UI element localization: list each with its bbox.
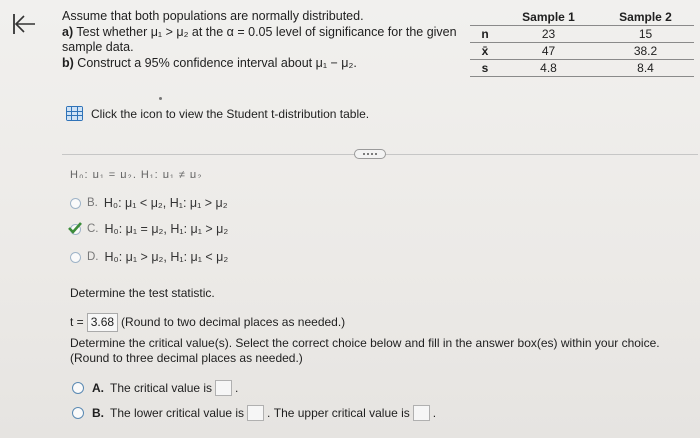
checkmark-icon — [68, 221, 82, 234]
option-text: H₀: μ₁ > μ₂, H₁: μ₁ < μ₂ — [104, 250, 229, 264]
table-row: n 23 15 — [470, 25, 694, 43]
table-cell: 47 — [500, 42, 597, 60]
truncated-option: H₀: μ₁ = μ₂, H₁: μ₁ ≠ μ₂ — [70, 169, 203, 178]
t-prefix: t = — [70, 315, 84, 329]
t-answer-field[interactable]: 3.68 — [86, 313, 119, 332]
table-grid-icon[interactable] — [66, 106, 83, 121]
critical-prompt-line1: Determine the critical value(s). Select … — [70, 336, 660, 350]
radio-button[interactable] — [72, 382, 84, 394]
option-letter: B. — [87, 197, 98, 209]
row-label: x̄ — [470, 42, 500, 60]
choice-letter: A. — [92, 381, 104, 395]
radio-button[interactable] — [70, 251, 81, 263]
back-arrow-icon[interactable] — [10, 10, 38, 38]
test-statistic-prompt: Determine the test statistic. — [70, 286, 215, 300]
critical-prompt-line2: (Round to three decimal places as needed… — [70, 351, 303, 365]
row-label: n — [470, 25, 500, 43]
table-cell: 15 — [597, 25, 694, 43]
table-row: x̄ 47 38.2 — [470, 42, 694, 60]
cursor-dot — [159, 97, 162, 100]
critical-choice-a[interactable]: A. The critical value is . — [72, 380, 238, 396]
table-cell: 8.4 — [597, 59, 694, 77]
row-label: s — [470, 59, 500, 77]
hypothesis-option-b[interactable]: B. H₀: μ₁ < μ₂, H₁: μ₁ > μ₂ — [70, 196, 228, 210]
table-cell: 4.8 — [500, 59, 597, 77]
table-header-blank — [470, 9, 500, 26]
radio-button[interactable] — [72, 407, 84, 419]
critical-value-prompt: Determine the critical value(s). Select … — [70, 336, 660, 366]
table-cell: 23 — [500, 25, 597, 43]
critical-choice-b[interactable]: B. The lower critical value is . The upp… — [72, 405, 436, 421]
rounding-hint: (Round to two decimal places as needed.) — [121, 315, 346, 329]
option-letter: C. — [87, 223, 99, 235]
choice-text-upper: The upper critical value is — [273, 406, 410, 420]
question-page: Assume that both populations are normall… — [0, 0, 700, 438]
test-statistic-row: t = 3.68 (Round to two decimal places as n… — [70, 313, 345, 332]
part-a-label: a) — [62, 24, 74, 39]
upper-critical-input[interactable] — [412, 405, 430, 421]
hypothesis-option-c[interactable]: C. H₀: μ₁ = μ₂, H₁: μ₁ > μ₂ — [68, 221, 229, 236]
option-letter: D. — [87, 251, 99, 263]
option-text: H₀: μ₁ = μ₂, H₁: μ₁ > μ₂ — [104, 222, 229, 236]
problem-statement: Assume that both populations are normall… — [62, 9, 457, 71]
radio-button-selected[interactable] — [68, 221, 82, 235]
problem-intro: Assume that both populations are normall… — [62, 9, 364, 23]
option-text: H₀: μ₁ < μ₂, H₁: μ₁ > μ₂ — [103, 196, 228, 210]
sample-data-table: Sample 1 Sample 2 n 23 15 x̄ 47 38.2 s 4… — [470, 9, 694, 77]
part-a-text: Test whether μ₁ > μ₂ at the α = 0.05 lev… — [76, 24, 457, 39]
part-a-continued: sample data. — [62, 40, 134, 54]
table-cell: 38.2 — [597, 42, 694, 60]
hypothesis-option-d[interactable]: D. H₀: μ₁ > μ₂, H₁: μ₁ < μ₂ — [70, 250, 228, 264]
part-b-text: Construct a 95% confidence interval abou… — [77, 55, 357, 70]
choice-letter: B. — [92, 406, 104, 420]
t-table-link[interactable]: Click the icon to view the Student t-dis… — [66, 106, 369, 121]
critical-value-input[interactable] — [215, 380, 233, 396]
table-header-sample2: Sample 2 — [619, 10, 672, 24]
part-b-label: b) — [62, 55, 74, 70]
lower-critical-input[interactable] — [247, 405, 265, 421]
choice-text-lower: The lower critical value is — [110, 406, 245, 420]
more-options-button[interactable] — [354, 149, 386, 159]
table-row: s 4.8 8.4 — [470, 59, 694, 77]
t-table-link-label[interactable]: Click the icon to view the Student t-dis… — [91, 107, 369, 121]
radio-button[interactable] — [70, 197, 81, 209]
table-header-sample1: Sample 1 — [522, 10, 575, 24]
choice-text: The critical value is — [110, 381, 213, 395]
